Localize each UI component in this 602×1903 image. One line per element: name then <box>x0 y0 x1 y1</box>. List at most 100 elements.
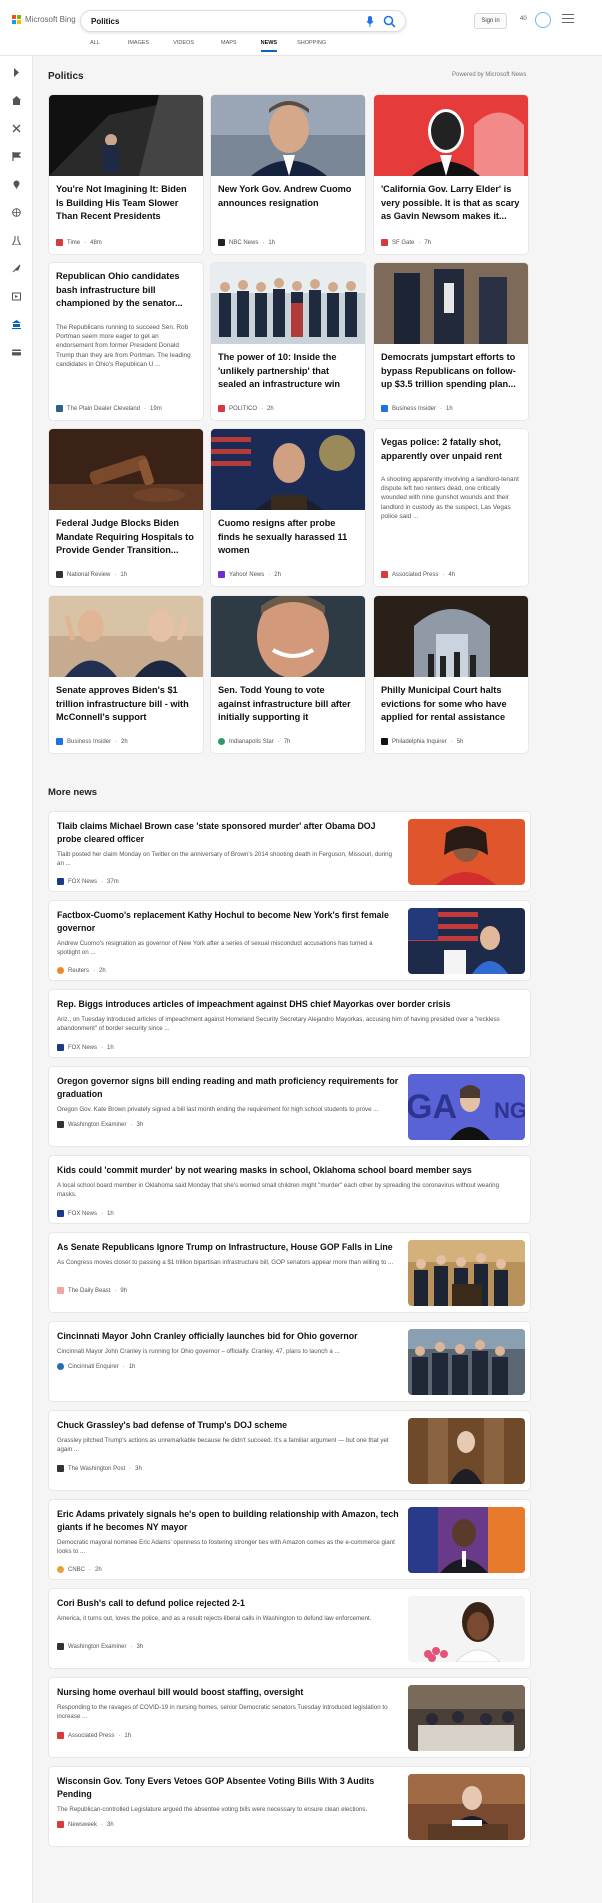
sign-in-button[interactable]: Sign in <box>474 13 507 29</box>
news-headline[interactable]: Philly Municipal Court halts evictions f… <box>381 684 521 725</box>
news-card[interactable]: New York Gov. Andrew Cuomo announces res… <box>210 94 366 255</box>
tab-shopping[interactable]: SHOPPING <box>297 40 326 46</box>
more-news-item[interactable]: Cincinnati Mayor John Cranley officially… <box>48 1321 531 1402</box>
news-snippet: Cincinnati Mayor John Cranley is running… <box>57 1348 340 1355</box>
news-source: FOX News · 1h <box>57 1210 114 1217</box>
news-headline[interactable]: Cuomo resigns after probe finds he sexua… <box>218 517 358 558</box>
search-input[interactable] <box>91 15 331 28</box>
more-news-item[interactable]: Tlaib claims Michael Brown case 'state s… <box>48 811 531 892</box>
more-news-item[interactable]: Oregon governor signs bill ending readin… <box>48 1066 531 1147</box>
tab-all[interactable]: ALL <box>90 40 100 46</box>
news-headline[interactable]: Rep. Biggs introduces articles of impeac… <box>57 998 517 1011</box>
news-headline[interactable]: Eric Adams privately signals he's open t… <box>57 1508 402 1534</box>
source-logo-icon <box>381 571 388 578</box>
news-snippet: Grassley pitched Trump's actions as unre… <box>57 1437 389 1454</box>
flag-icon[interactable] <box>12 152 21 161</box>
news-snippet: Democratic mayoral nominee Eric Adams' o… <box>57 1539 395 1556</box>
news-headline[interactable]: Sen. Todd Young to vote against infrastr… <box>218 684 358 725</box>
news-card[interactable]: The power of 10: Inside the 'unlikely pa… <box>210 262 366 421</box>
news-headline[interactable]: Republican Ohio candidates bash infrastr… <box>56 270 196 311</box>
news-headline[interactable]: Nursing home overhaul bill would boost s… <box>57 1686 402 1699</box>
svg-text:NG: NG <box>494 1098 525 1123</box>
news-headline[interactable]: Wisconsin Gov. Tony Evers Vetoes GOP Abs… <box>57 1775 402 1801</box>
location-icon[interactable] <box>12 180 21 189</box>
news-thumbnail <box>211 429 365 510</box>
news-snippet: The Republicans running to succeed Sen. … <box>56 324 191 368</box>
news-card[interactable]: 'California Gov. Larry Elder' is very po… <box>373 94 529 255</box>
news-card[interactable]: Federal Judge Blocks Biden Mandate Requi… <box>48 428 204 587</box>
source-logo-icon <box>57 1287 64 1294</box>
rewards-icon[interactable] <box>535 12 551 28</box>
tab-images[interactable]: IMAGES <box>128 40 149 46</box>
search-icon[interactable] <box>383 15 396 28</box>
news-card[interactable]: Democrats jumpstart efforts to bypass Re… <box>373 262 529 421</box>
search-box <box>80 10 406 32</box>
science-icon[interactable] <box>12 236 21 245</box>
news-headline[interactable]: New York Gov. Andrew Cuomo announces res… <box>218 183 358 210</box>
more-news-item[interactable]: As Senate Republicans Ignore Trump on In… <box>48 1232 531 1313</box>
news-headline[interactable]: Factbox-Cuomo's replacement Kathy Hochul… <box>57 909 402 935</box>
news-headline[interactable]: Cincinnati Mayor John Cranley officially… <box>57 1330 402 1343</box>
news-headline[interactable]: Federal Judge Blocks Biden Mandate Requi… <box>56 517 196 558</box>
news-thumbnail <box>374 95 528 176</box>
news-headline[interactable]: Oregon governor signs bill ending readin… <box>57 1075 402 1101</box>
news-headline[interactable]: Senate approves Biden's $1 trillion infr… <box>56 684 196 725</box>
news-source: The Washington Post · 3h <box>57 1465 142 1472</box>
news-headline[interactable]: Kids could 'commit murder' by not wearin… <box>57 1164 517 1177</box>
globe-icon[interactable] <box>12 208 21 217</box>
more-news-item[interactable]: Eric Adams privately signals he's open t… <box>48 1499 531 1580</box>
news-headline[interactable]: You're Not Imagining It: Biden Is Buildi… <box>56 183 196 224</box>
source-logo-icon <box>57 1363 64 1370</box>
chevron-right-icon[interactable] <box>12 68 21 77</box>
source-logo-icon <box>218 571 225 578</box>
more-news-item[interactable]: Nursing home overhaul bill would boost s… <box>48 1677 531 1758</box>
entertainment-icon[interactable] <box>12 292 21 301</box>
politics-icon[interactable] <box>12 320 21 329</box>
more-news-item[interactable]: Factbox-Cuomo's replacement Kathy Hochul… <box>48 900 531 981</box>
news-card[interactable]: Sen. Todd Young to vote against infrastr… <box>210 595 366 754</box>
rewards-points: 40 <box>520 16 527 22</box>
source-logo-icon <box>381 738 388 745</box>
news-headline[interactable]: Cori Bush's call to defund police reject… <box>57 1597 402 1610</box>
news-headline[interactable]: 'California Gov. Larry Elder' is very po… <box>381 183 521 224</box>
news-snippet: Responding to the ravages of COVID-19 in… <box>57 1704 388 1721</box>
microphone-icon[interactable] <box>366 16 374 27</box>
news-card[interactable]: Republican Ohio candidates bash infrastr… <box>48 262 204 421</box>
more-news-item[interactable]: Cori Bush's call to defund police reject… <box>48 1588 531 1669</box>
news-headline[interactable]: Vegas police: 2 fatally shot, apparently… <box>381 436 521 463</box>
more-news-item[interactable]: Chuck Grassley's bad defense of Trump's … <box>48 1410 531 1491</box>
news-card[interactable]: Cuomo resigns after probe finds he sexua… <box>210 428 366 587</box>
source-logo-icon <box>218 405 225 412</box>
news-headline[interactable]: Tlaib claims Michael Brown case 'state s… <box>57 820 402 846</box>
news-source: Associated Press · 1h <box>57 1732 131 1739</box>
powered-by-label: Powered by Microsoft News <box>452 72 527 78</box>
news-headline[interactable]: As Senate Republicans Ignore Trump on In… <box>57 1241 402 1254</box>
news-thumbnail <box>49 95 203 176</box>
tab-news[interactable]: NEWS <box>260 40 277 52</box>
news-card[interactable]: Philly Municipal Court halts evictions f… <box>373 595 529 754</box>
news-card[interactable]: Vegas police: 2 fatally shot, apparently… <box>373 428 529 587</box>
source-logo-icon <box>57 967 64 974</box>
tab-maps[interactable]: MAPS <box>221 40 237 46</box>
menu-icon[interactable] <box>562 14 574 24</box>
news-thumbnail <box>408 1774 525 1840</box>
tab-videos[interactable]: VIDEOS <box>173 40 194 46</box>
news-headline[interactable]: Chuck Grassley's bad defense of Trump's … <box>57 1419 402 1432</box>
more-news-item[interactable]: Wisconsin Gov. Tony Evers Vetoes GOP Abs… <box>48 1766 531 1847</box>
news-source: Associated Press · 4h <box>381 571 455 578</box>
news-thumbnail <box>408 1685 525 1751</box>
news-card[interactable]: You're Not Imagining It: Biden Is Buildi… <box>48 94 204 255</box>
source-logo-icon <box>218 239 225 246</box>
bing-logo[interactable]: Microsoft Bing <box>12 15 76 24</box>
more-news-item[interactable]: Kids could 'commit murder' by not wearin… <box>48 1155 531 1224</box>
news-card[interactable]: Senate approves Biden's $1 trillion infr… <box>48 595 204 754</box>
source-logo-icon <box>57 1044 64 1051</box>
home-icon[interactable] <box>12 96 21 105</box>
more-news-item[interactable]: Rep. Biggs introduces articles of impeac… <box>48 989 531 1058</box>
news-headline[interactable]: The power of 10: Inside the 'unlikely pa… <box>218 351 358 392</box>
news-thumbnail <box>408 1329 525 1395</box>
money-icon[interactable] <box>12 348 21 357</box>
sports-icon[interactable] <box>12 124 21 133</box>
news-headline[interactable]: Democrats jumpstart efforts to bypass Re… <box>381 351 521 392</box>
rocket-icon[interactable] <box>12 264 21 273</box>
